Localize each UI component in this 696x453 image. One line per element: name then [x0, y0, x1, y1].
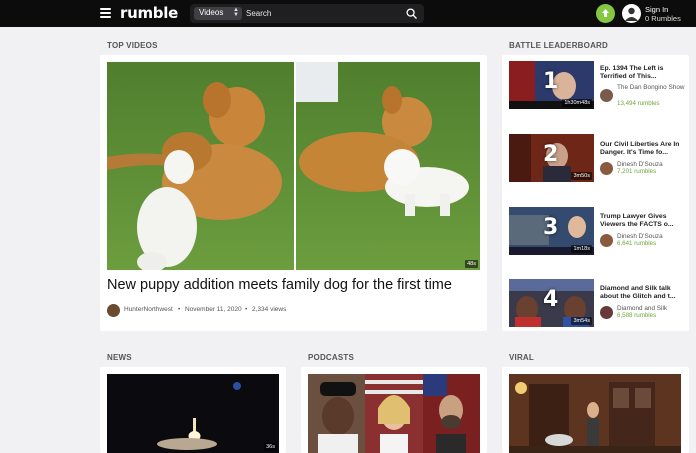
- leaderboard-thumbnail[interactable]: 4 3m54s: [509, 279, 594, 327]
- leaderboard-rank: 3: [543, 215, 559, 240]
- leaderboard-rank: 1: [543, 69, 559, 94]
- sign-in-link[interactable]: Sign In: [645, 5, 668, 14]
- video-duration: 3m54s: [571, 317, 592, 325]
- channel-avatar[interactable]: [107, 304, 120, 317]
- category-value: Videos: [199, 8, 224, 17]
- featured-video-thumbnail[interactable]: 48s: [107, 62, 480, 270]
- search-icon[interactable]: [406, 8, 417, 19]
- leaderboard-title[interactable]: Ep. 1394 The Left is Terrified of This..…: [600, 65, 682, 82]
- section-title-top-videos: TOP VIDEOS: [107, 41, 158, 50]
- leaderboard-title[interactable]: Trump Lawyer Gives Viewers the FACTS o..…: [600, 213, 682, 230]
- leaderboard-rumbles: 13,494 rumbles: [617, 100, 660, 107]
- upload-icon: [602, 9, 609, 17]
- channel-avatar[interactable]: [600, 306, 613, 319]
- leaderboard-rank: 2: [543, 142, 559, 167]
- video-duration: 36s: [264, 443, 277, 451]
- leaderboard-rumbles: 6,588 rumbles: [617, 312, 657, 319]
- featured-date: November 11, 2020: [185, 306, 242, 313]
- video-duration: 1m18s: [571, 245, 592, 253]
- leaderboard-thumbnail[interactable]: 2 3m50s: [509, 134, 594, 182]
- video-duration: 3m50s: [571, 172, 592, 180]
- leaderboard-thumbnail[interactable]: 3 1m18s: [509, 207, 594, 255]
- leaderboard-rumbles: 7,201 rumbles: [617, 168, 657, 175]
- featured-views: 2,334 views: [252, 306, 287, 313]
- leaderboard-thumbnail[interactable]: 1 1h30m48s: [509, 61, 594, 109]
- news-video-thumbnail[interactable]: 36s: [107, 374, 279, 453]
- upload-button[interactable]: [596, 4, 615, 23]
- user-avatar-icon[interactable]: [622, 4, 641, 23]
- section-title-news: NEWS: [107, 353, 132, 362]
- leaderboard-rumbles: 6,641 rumbles: [617, 240, 657, 247]
- section-title-leaderboard: BATTLE LEADERBOARD: [509, 41, 609, 50]
- search-bar: Videos ▲ ▼: [190, 4, 424, 23]
- dot-separator: •: [178, 306, 181, 313]
- leaderboard-rank: 4: [543, 287, 559, 312]
- caret-updown-icon: ▲ ▼: [233, 7, 239, 18]
- video-duration: 48s: [465, 260, 478, 268]
- top-header: rumble Videos ▲▼ Sign In 0 Rumbles: [0, 0, 696, 27]
- rumbles-count: 0 Rumbles: [645, 14, 681, 23]
- video-duration: 1h30m48s: [562, 99, 592, 107]
- channel-avatar[interactable]: [600, 234, 613, 247]
- rumble-logo[interactable]: rumble: [120, 4, 178, 22]
- leaderboard-title[interactable]: Diamond and Silk talk about the Glitch a…: [600, 285, 682, 302]
- section-title-podcasts: PODCASTS: [308, 353, 355, 362]
- leaderboard-channel[interactable]: The Dan Bongino Show: [617, 84, 685, 92]
- featured-channel-name[interactable]: HunterNorthwest: [124, 306, 173, 313]
- viral-video-thumbnail[interactable]: [509, 374, 681, 453]
- featured-video-title[interactable]: New puppy addition meets family dog for …: [107, 277, 452, 293]
- channel-avatar[interactable]: [600, 89, 613, 102]
- dot-separator: •: [245, 306, 248, 313]
- section-title-viral: VIRAL: [509, 353, 534, 362]
- leaderboard-title[interactable]: Our Civil Liberties Are In Danger. It's …: [600, 141, 682, 158]
- podcasts-video-thumbnail[interactable]: [308, 374, 480, 453]
- channel-avatar[interactable]: [600, 162, 613, 175]
- search-input[interactable]: [246, 7, 396, 20]
- menu-icon[interactable]: [100, 8, 111, 18]
- category-select[interactable]: Videos ▲ ▼: [194, 7, 242, 20]
